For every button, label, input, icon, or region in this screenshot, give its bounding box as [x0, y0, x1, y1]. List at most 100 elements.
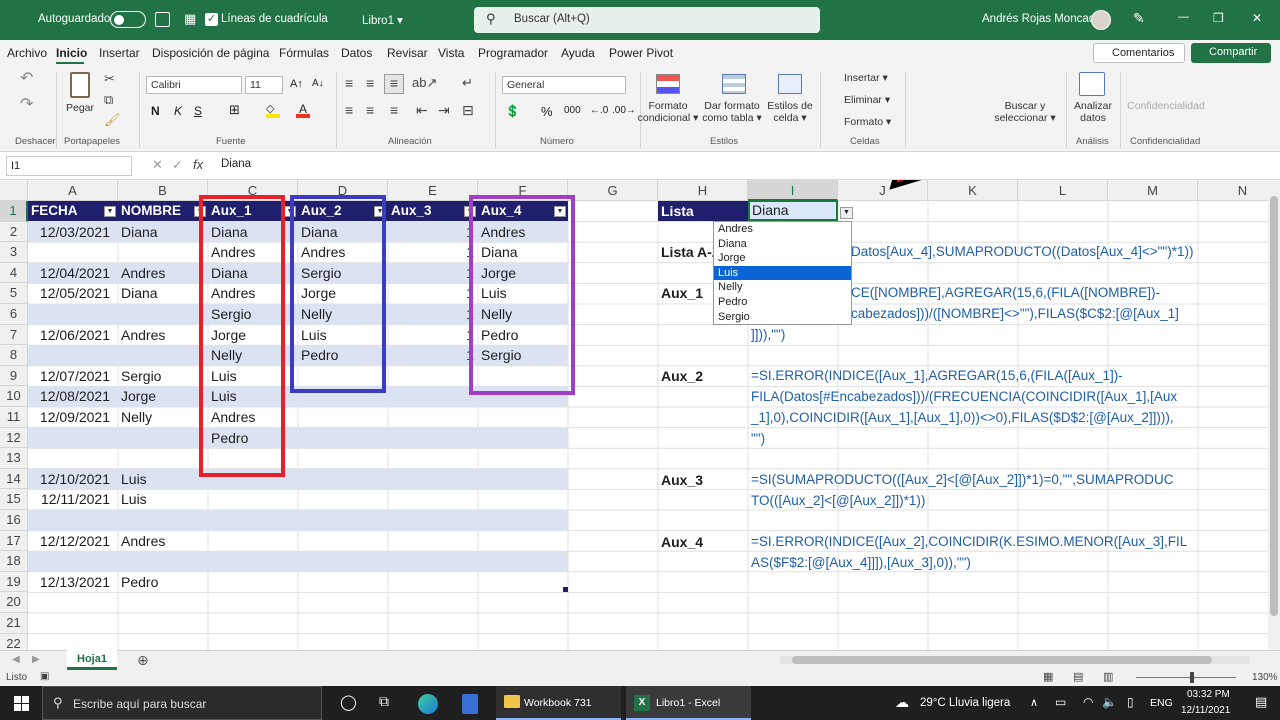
- cell-fecha[interactable]: 12/12/2021: [28, 531, 110, 552]
- menu-programador[interactable]: Programador: [478, 46, 548, 60]
- cell-aux2[interactable]: [298, 489, 301, 510]
- menu-datos[interactable]: Datos: [341, 46, 372, 60]
- italic-button[interactable]: K: [174, 104, 182, 118]
- align-middle-icon[interactable]: ≡: [366, 75, 374, 91]
- windows-start-icon[interactable]: [14, 696, 29, 711]
- cell-aux4[interactable]: [478, 551, 481, 572]
- redo-icon[interactable]: ↷: [20, 94, 33, 114]
- horizontal-scroll-thumb[interactable]: [792, 656, 1212, 664]
- menu-ayuda[interactable]: Ayuda: [561, 46, 595, 60]
- indent-icon[interactable]: ⇤: [416, 102, 428, 119]
- scissors-icon[interactable]: ✂: [104, 71, 115, 87]
- number-format-combo[interactable]: General: [502, 76, 626, 94]
- align-right-icon[interactable]: ≡: [390, 102, 398, 118]
- cell-aux1[interactable]: [208, 551, 211, 572]
- format-table-icon[interactable]: [722, 74, 746, 94]
- cell-aux4[interactable]: [478, 469, 481, 490]
- horizontal-scrollbar[interactable]: [780, 656, 1250, 664]
- restore-button[interactable]: ❐: [1213, 11, 1224, 25]
- cell-aux2[interactable]: [298, 572, 301, 593]
- analyze-data-button[interactable]: Analizar datos: [1070, 100, 1116, 124]
- close-button[interactable]: ✕: [1252, 11, 1262, 25]
- notification-icon[interactable]: ▤: [1255, 694, 1267, 710]
- share-button[interactable]: Compartir: [1191, 43, 1271, 63]
- cell-aux1[interactable]: [208, 531, 211, 552]
- language-indicator[interactable]: ENG: [1150, 697, 1173, 709]
- align-left-icon[interactable]: ≡: [345, 102, 353, 118]
- cell-styles-button[interactable]: Estilos de celda ▾: [762, 100, 818, 124]
- page-layout-icon[interactable]: ▤: [1073, 670, 1083, 683]
- network-icon[interactable]: ▭: [1055, 695, 1066, 709]
- cell-aux2[interactable]: [298, 469, 301, 490]
- tray-chevron-icon[interactable]: ∧: [1030, 696, 1038, 709]
- align-top-icon[interactable]: ≡: [345, 75, 353, 91]
- format-cells-button[interactable]: Formato ▾: [830, 116, 891, 128]
- cell-aux2[interactable]: [298, 510, 301, 531]
- orientation-icon[interactable]: ab↗: [412, 75, 437, 91]
- font-color-icon[interactable]: A: [296, 102, 310, 118]
- spreadsheet-grid[interactable]: ABCDEFGHIJKLMN 1 2 3 4 5 6 7 8 9 10 11 12 13 14 15 16 17…: [0, 180, 1268, 650]
- grow-font-icon[interactable]: A↑: [290, 78, 303, 90]
- gridlines-checkbox[interactable]: ✓: [205, 13, 218, 26]
- align-bottom-icon[interactable]: ≡: [384, 74, 404, 94]
- cell-fecha[interactable]: [28, 551, 110, 572]
- cell-aux1[interactable]: [208, 489, 211, 510]
- cell-aux3[interactable]: [388, 489, 474, 510]
- menu-disposicion[interactable]: Disposición de página: [152, 46, 269, 60]
- menu-formulas[interactable]: Fórmulas: [279, 46, 329, 60]
- menu-archivo[interactable]: Archivo: [7, 46, 47, 60]
- cell-fecha[interactable]: 12/13/2021: [28, 572, 110, 593]
- grid-icon[interactable]: ▦: [184, 11, 196, 27]
- next-sheet-icon[interactable]: ▶: [32, 654, 40, 665]
- cell-aux3[interactable]: [388, 531, 474, 552]
- cell-aux3[interactable]: [388, 510, 474, 531]
- page-break-icon[interactable]: ▥: [1103, 670, 1113, 683]
- menu-revisar[interactable]: Revisar: [387, 46, 428, 60]
- cell-nombre[interactable]: [118, 551, 121, 572]
- task-view-icon[interactable]: ⧉: [379, 693, 389, 710]
- increase-decimal-icon[interactable]: ←.0: [590, 105, 608, 116]
- clock-time[interactable]: 03:32 PM: [1187, 689, 1230, 700]
- sheet-tab-hoja1[interactable]: Hoja1: [67, 650, 117, 670]
- undo-icon[interactable]: ↶: [20, 68, 33, 88]
- bold-button[interactable]: N: [151, 104, 160, 118]
- cell-aux3[interactable]: [388, 551, 474, 572]
- cell-aux3[interactable]: [388, 572, 474, 593]
- merge-icon[interactable]: ⊟: [462, 102, 474, 119]
- edge-icon[interactable]: [418, 694, 438, 714]
- menu-insertar[interactable]: Insertar: [99, 46, 140, 60]
- find-select-button[interactable]: Buscar y seleccionar ▾: [990, 100, 1060, 124]
- font-size-combo[interactable]: 11: [245, 76, 283, 94]
- underline-button[interactable]: S: [194, 104, 202, 118]
- decrease-decimal-icon[interactable]: .00→: [612, 105, 636, 116]
- cell-aux2[interactable]: [298, 551, 301, 572]
- weather-icon[interactable]: ☁: [895, 694, 909, 711]
- cell-nombre[interactable]: [118, 510, 121, 531]
- minimize-button[interactable]: —: [1178, 11, 1189, 23]
- pen-icon[interactable]: ✎: [1133, 10, 1145, 27]
- fill-color-icon[interactable]: ◇: [266, 102, 280, 118]
- volume-icon[interactable]: 🔈: [1102, 695, 1117, 709]
- cell-fecha[interactable]: 12/11/2021: [28, 489, 110, 510]
- zoom-level[interactable]: 130%: [1252, 672, 1278, 683]
- search-box[interactable]: ⚲ Buscar (Alt+Q): [474, 7, 820, 33]
- cell-styles-icon[interactable]: [778, 74, 802, 94]
- menu-vista[interactable]: Vista: [438, 46, 464, 60]
- cell-aux1[interactable]: [208, 510, 211, 531]
- format-painter-icon[interactable]: 🖌: [104, 112, 121, 128]
- confidentiality-button[interactable]: Confidencialidad: [1126, 100, 1206, 112]
- taskbar-excel[interactable]: X Libro1 - Excel: [626, 686, 751, 720]
- font-name-combo[interactable]: Calibri: [146, 76, 242, 94]
- cancel-icon[interactable]: ✕: [152, 157, 163, 173]
- cell-aux3[interactable]: [388, 469, 474, 490]
- weather-text[interactable]: 29°C Lluvia ligera: [920, 697, 1010, 709]
- book-name[interactable]: Libro1 ▾: [362, 13, 403, 27]
- cell-aux4[interactable]: [478, 489, 481, 510]
- save-icon[interactable]: [155, 12, 170, 27]
- wifi-icon[interactable]: ◠: [1083, 695, 1093, 709]
- cell-fecha[interactable]: 12/10/2021: [28, 469, 110, 490]
- autosave-toggle[interactable]: [110, 11, 146, 28]
- normal-view-icon[interactable]: ▦: [1043, 670, 1053, 683]
- conditional-format-icon[interactable]: [656, 74, 680, 94]
- paste-icon[interactable]: [70, 72, 90, 98]
